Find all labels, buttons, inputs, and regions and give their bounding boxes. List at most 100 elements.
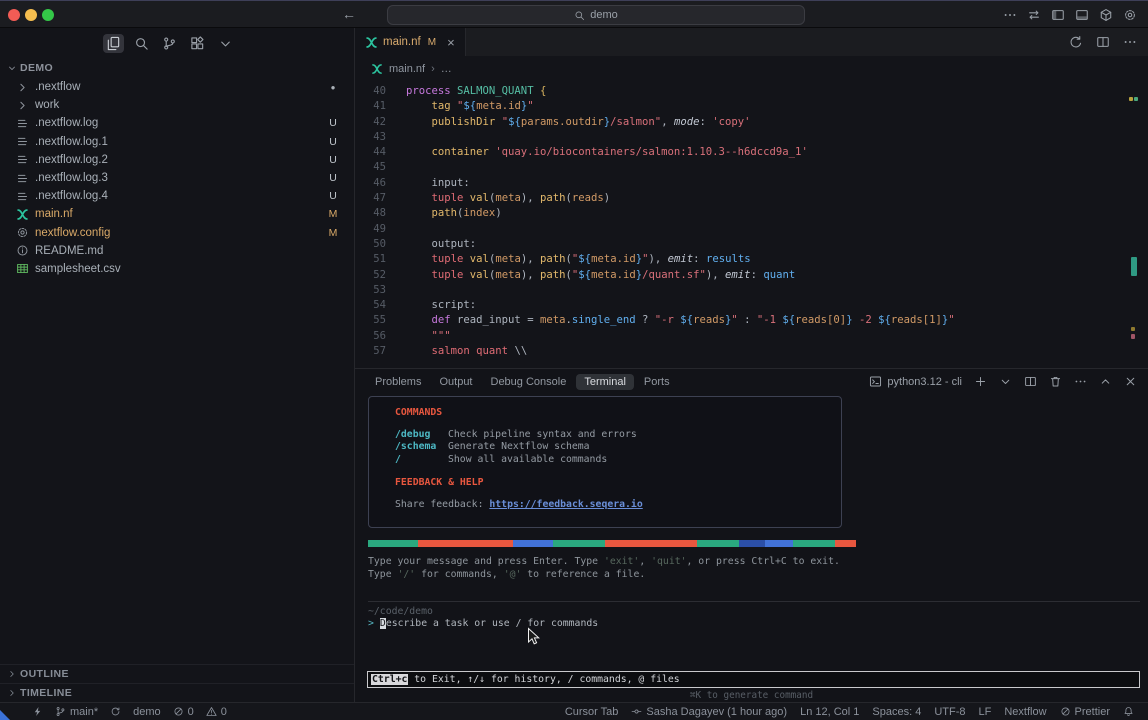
swap-arrows-icon — [1027, 8, 1041, 22]
maximize-panel-button[interactable] — [1096, 373, 1115, 390]
file-.nextflow[interactable]: .nextflow● — [0, 78, 354, 96]
table-icon — [16, 262, 29, 275]
formatter-prettier[interactable]: Prettier — [1060, 706, 1110, 718]
error-icon — [173, 706, 184, 717]
cursor-tab-indicator[interactable]: Cursor Tab — [565, 706, 619, 718]
errors-count[interactable]: 0 — [173, 706, 194, 718]
search-view-button[interactable] — [131, 34, 152, 53]
command-description: Check pipeline syntax and errors — [448, 429, 841, 441]
file-work[interactable]: work — [0, 96, 354, 114]
close-window-button[interactable] — [8, 9, 20, 21]
file-.nextflow.log[interactable]: .nextflow.logU — [0, 114, 354, 132]
command-row: /debugCheck pipeline syntax and errors — [395, 429, 841, 441]
command-center-search[interactable]: demo — [387, 5, 805, 25]
section-label: DEMO — [20, 62, 53, 74]
remote-indicator[interactable] — [32, 706, 43, 717]
file-samplesheet.csv[interactable]: samplesheet.csv — [0, 260, 354, 278]
breadcrumb-symbol[interactable]: … — [441, 63, 452, 75]
outline-section[interactable]: OUTLINE — [0, 664, 354, 683]
indentation[interactable]: Spaces: 4 — [872, 706, 921, 718]
notifications-bell[interactable] — [1123, 706, 1134, 717]
encoding[interactable]: UTF-8 — [934, 706, 965, 718]
kill-terminal-button[interactable] — [1046, 373, 1065, 390]
workspace-name[interactable]: demo — [133, 706, 161, 718]
file-.nextflow.log.1[interactable]: .nextflow.log.1U — [0, 133, 354, 151]
panel-tab-terminal[interactable]: Terminal — [576, 374, 634, 390]
toggle-primary-sidebar[interactable] — [1048, 6, 1068, 24]
split-terminal-button[interactable] — [1021, 373, 1040, 390]
new-terminal-button[interactable] — [971, 373, 990, 390]
extensions-view-button[interactable] — [187, 34, 208, 53]
terminal-help-box: COMMANDS /debugCheck pipeline syntax and… — [368, 396, 842, 528]
line-number: 57 — [355, 344, 386, 359]
terminal-profile-dropdown[interactable] — [996, 373, 1015, 390]
feedback-link[interactable]: https://feedback.seqera.io — [489, 499, 642, 510]
git-branch[interactable]: main* — [55, 706, 98, 718]
mouse-pointer — [527, 627, 540, 646]
breadcrumb-file[interactable]: main.nf — [389, 63, 425, 75]
breadcrumb[interactable]: main.nf › … — [355, 56, 1148, 82]
warnings-count[interactable]: 0 — [206, 706, 227, 718]
tab-main-nf[interactable]: main.nf M × — [355, 28, 466, 56]
chevron-right-icon — [16, 81, 29, 94]
search-icon — [574, 10, 585, 21]
explorer-section-header[interactable]: DEMO — [0, 58, 354, 78]
code-line-43: 43 — [355, 130, 1136, 145]
file-name: samplesheet.csv — [35, 263, 121, 275]
terminal-prompt[interactable]: >Describe a task or use / for commands — [368, 618, 598, 629]
chevron-up-icon — [1099, 375, 1112, 388]
line-number: 43 — [355, 130, 386, 145]
panel-tab-output[interactable]: Output — [431, 374, 480, 390]
views-more-button[interactable] — [215, 34, 236, 53]
panel-tab-debug-console[interactable]: Debug Console — [483, 374, 575, 390]
command-name: / — [395, 454, 448, 466]
panel-tab-ports[interactable]: Ports — [636, 374, 678, 390]
source-control-view-button[interactable] — [159, 34, 180, 53]
code-line-54: 54 script: — [355, 298, 1136, 313]
warning-icon — [206, 706, 217, 717]
cursor-position[interactable]: Ln 12, Col 1 — [800, 706, 859, 718]
split-editor-button[interactable] — [1093, 33, 1113, 51]
open-changes-button[interactable] — [1066, 33, 1086, 51]
file-nextflow.config[interactable]: nextflow.configM — [0, 224, 354, 242]
trash-icon — [1049, 375, 1062, 388]
terminal[interactable]: COMMANDS /debugCheck pipeline syntax and… — [355, 394, 1148, 702]
file-main.nf[interactable]: main.nfM — [0, 205, 354, 223]
close-tab-icon[interactable]: × — [447, 36, 455, 49]
language-mode[interactable]: Nextflow — [1004, 706, 1046, 718]
file-.nextflow.log.2[interactable]: .nextflow.log.2U — [0, 151, 354, 169]
titlebar-more-actions[interactable] — [1000, 6, 1020, 24]
timeline-label: TIMELINE — [20, 687, 72, 699]
line-number: 49 — [355, 222, 386, 237]
git-badge: M — [327, 227, 339, 239]
toggle-secondary-sidebar[interactable] — [1096, 6, 1116, 24]
minimize-window-button[interactable] — [25, 9, 37, 21]
editor-more-actions[interactable] — [1120, 33, 1140, 51]
manage-settings[interactable] — [1120, 6, 1140, 24]
code-area[interactable]: 40process SALMON_QUANT {41 tag "${meta.i… — [355, 82, 1136, 368]
git-blame-info[interactable]: Sasha Dagayev (1 hour ago) — [631, 706, 787, 718]
split-editor-icon — [1024, 375, 1037, 388]
timeline-section[interactable]: TIMELINE — [0, 683, 354, 702]
code-line-42: 42 publishDir "${params.outdir}/salmon",… — [355, 115, 1136, 130]
code-line-49: 49 — [355, 222, 1136, 237]
file-.nextflow.log.4[interactable]: .nextflow.log.4U — [0, 187, 354, 205]
terminal-selector[interactable]: python3.12 - cli — [866, 373, 965, 390]
back-arrow-icon[interactable]: ← — [342, 6, 356, 22]
explorer-view-button[interactable] — [103, 34, 124, 53]
sync-button[interactable] — [110, 706, 121, 717]
panel-more-actions[interactable] — [1071, 373, 1090, 390]
eol[interactable]: LF — [979, 706, 992, 718]
zoom-window-button[interactable] — [42, 9, 54, 21]
file-README.md[interactable]: README.md — [0, 242, 354, 260]
code-line-48: 48 path(index) — [355, 206, 1136, 221]
toggle-panel[interactable] — [1072, 6, 1092, 24]
outline-label: OUTLINE — [20, 668, 69, 680]
close-panel-button[interactable] — [1121, 373, 1140, 390]
layout-sync-button[interactable] — [1024, 6, 1044, 24]
file-.nextflow.log.3[interactable]: .nextflow.log.3U — [0, 169, 354, 187]
commands-header: COMMANDS — [395, 407, 841, 418]
language-mode-label: Nextflow — [1004, 706, 1046, 718]
panel-tab-problems[interactable]: Problems — [367, 374, 429, 390]
workspace-name-label: demo — [133, 706, 161, 718]
